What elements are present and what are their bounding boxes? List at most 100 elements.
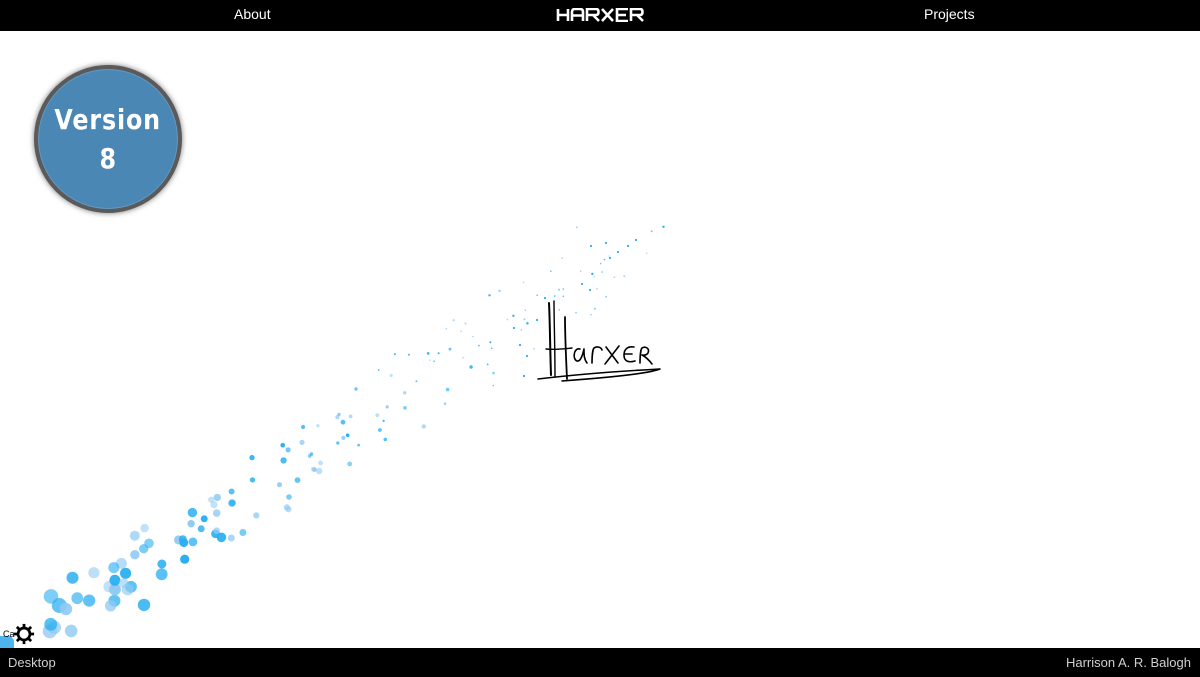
particle bbox=[180, 554, 190, 564]
particle bbox=[634, 238, 638, 242]
particle bbox=[294, 477, 301, 483]
particle bbox=[488, 294, 491, 297]
gear-icon[interactable] bbox=[13, 623, 35, 645]
particle bbox=[645, 252, 648, 255]
particle bbox=[452, 319, 455, 322]
particle bbox=[208, 496, 215, 503]
particle bbox=[604, 241, 608, 245]
particle bbox=[385, 405, 389, 409]
particle bbox=[188, 537, 198, 547]
particle bbox=[490, 347, 493, 350]
particle bbox=[492, 371, 495, 375]
particle bbox=[155, 568, 168, 581]
particle bbox=[525, 354, 529, 358]
particle bbox=[316, 467, 323, 475]
harxer-signature-logo bbox=[537, 300, 661, 382]
particle bbox=[426, 352, 430, 355]
particle bbox=[626, 244, 630, 248]
particle bbox=[616, 250, 620, 254]
particle bbox=[348, 414, 353, 419]
particle bbox=[520, 329, 523, 331]
particle bbox=[140, 523, 149, 533]
author-name[interactable]: Harrison A. R. Balogh bbox=[1066, 655, 1191, 670]
particle bbox=[588, 288, 592, 292]
particle bbox=[575, 226, 578, 229]
particle bbox=[650, 230, 653, 233]
particle bbox=[347, 461, 353, 467]
particle bbox=[337, 412, 341, 417]
particle bbox=[437, 352, 440, 355]
particle bbox=[285, 447, 291, 453]
view-mode-label[interactable]: Desktop bbox=[8, 655, 56, 670]
particle bbox=[408, 353, 410, 356]
particle bbox=[253, 512, 260, 519]
particle bbox=[108, 562, 120, 574]
version-number: 8 bbox=[99, 142, 117, 175]
version-label: Version bbox=[54, 103, 162, 136]
particle bbox=[591, 272, 594, 276]
particle bbox=[512, 326, 516, 330]
particle bbox=[601, 271, 603, 273]
particle bbox=[354, 387, 358, 391]
particle bbox=[129, 530, 140, 541]
particle bbox=[104, 600, 117, 612]
particle bbox=[523, 318, 526, 321]
particle bbox=[71, 592, 84, 605]
particle bbox=[357, 443, 360, 447]
particle bbox=[506, 318, 509, 321]
particle bbox=[280, 442, 286, 448]
particle bbox=[213, 493, 221, 502]
particle bbox=[249, 454, 255, 461]
particle bbox=[462, 357, 464, 359]
particle bbox=[187, 520, 195, 528]
particle bbox=[524, 309, 527, 311]
particle bbox=[239, 529, 247, 536]
particle bbox=[383, 437, 388, 442]
particle bbox=[377, 369, 380, 371]
particle bbox=[109, 574, 121, 586]
particle bbox=[120, 567, 132, 579]
particle bbox=[580, 282, 584, 286]
particle bbox=[429, 359, 431, 361]
particle bbox=[280, 457, 287, 464]
particle bbox=[460, 330, 463, 333]
particle bbox=[44, 617, 58, 631]
particle bbox=[445, 387, 450, 392]
particle bbox=[340, 419, 346, 425]
particle bbox=[579, 270, 582, 273]
particle bbox=[382, 419, 385, 423]
particle bbox=[389, 373, 393, 378]
particle bbox=[403, 406, 407, 410]
particle bbox=[375, 413, 380, 418]
particle bbox=[608, 256, 612, 260]
particle bbox=[345, 433, 350, 438]
particle bbox=[197, 525, 205, 533]
particle bbox=[557, 288, 561, 291]
particle bbox=[512, 314, 515, 317]
particle bbox=[433, 360, 436, 363]
particle bbox=[286, 494, 292, 500]
particle bbox=[301, 424, 306, 430]
particle bbox=[562, 288, 564, 290]
version-badge: Version 8 bbox=[34, 65, 182, 213]
particle bbox=[309, 452, 314, 456]
corner-control[interactable]: Ca bbox=[3, 623, 35, 645]
particle bbox=[608, 255, 610, 257]
particle bbox=[228, 488, 235, 495]
particle bbox=[623, 275, 626, 278]
bottom-status-bar: Desktop Harrison A. R. Balogh bbox=[0, 648, 1200, 677]
particle bbox=[536, 294, 539, 297]
particle bbox=[518, 343, 522, 347]
particle bbox=[157, 559, 167, 569]
particle bbox=[522, 281, 525, 284]
particle bbox=[43, 589, 59, 604]
particle bbox=[472, 335, 474, 338]
particle bbox=[88, 567, 100, 579]
particle bbox=[316, 424, 320, 428]
particle bbox=[83, 594, 96, 607]
particle bbox=[378, 428, 382, 432]
particle bbox=[312, 467, 317, 472]
particle bbox=[118, 578, 129, 588]
particle bbox=[599, 262, 602, 265]
particle bbox=[593, 275, 595, 278]
